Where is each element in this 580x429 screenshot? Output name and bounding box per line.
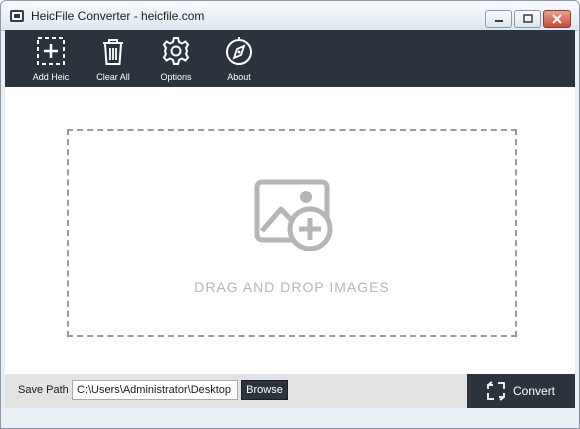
add-icon: [37, 37, 65, 65]
clear-all-label: Clear All: [96, 72, 130, 82]
trash-icon: [103, 39, 123, 65]
maximize-button[interactable]: [514, 10, 541, 28]
app-window: HeicFile Converter - heicfile.com Add He…: [0, 0, 580, 429]
browse-button[interactable]: Browse: [241, 380, 288, 400]
window-title: HeicFile Converter - heicfile.com: [31, 9, 205, 23]
clear-all-button[interactable]: Clear All: [83, 30, 143, 87]
drop-zone[interactable]: DRAG AND DROP IMAGES: [67, 129, 517, 337]
add-heic-label: Add Heic: [32, 72, 70, 82]
options-button[interactable]: Options: [146, 30, 206, 87]
image-add-icon: [254, 179, 333, 251]
options-label: Options: [160, 72, 192, 82]
status-strip: [1, 408, 579, 428]
save-path-input[interactable]: C:\Users\Administrator\Desktop: [72, 380, 238, 400]
about-label: About: [227, 72, 251, 82]
compass-icon: [226, 37, 252, 65]
toolbar: Add Heic Clear All Options About: [5, 30, 575, 87]
close-icon: [552, 14, 562, 24]
bottom-bar: Save Path C:\Users\Administrator\Desktop…: [5, 374, 575, 408]
convert-icon: [487, 381, 505, 401]
maximize-icon: [522, 14, 533, 23]
close-button[interactable]: [543, 10, 571, 28]
convert-label: Convert: [513, 384, 556, 398]
save-path-label: Save Path: [18, 384, 69, 396]
gear-icon: [162, 37, 190, 65]
add-heic-button[interactable]: Add Heic: [21, 30, 81, 87]
title-bar: HeicFile Converter - heicfile.com: [1, 1, 579, 31]
drop-zone-text: DRAG AND DROP IMAGES: [194, 279, 390, 295]
main-area: DRAG AND DROP IMAGES: [5, 87, 575, 375]
about-button[interactable]: About: [209, 30, 269, 87]
convert-button[interactable]: Convert: [467, 374, 575, 408]
minimize-icon: [494, 20, 503, 22]
minimize-button[interactable]: [485, 10, 512, 28]
app-icon: [10, 10, 24, 22]
